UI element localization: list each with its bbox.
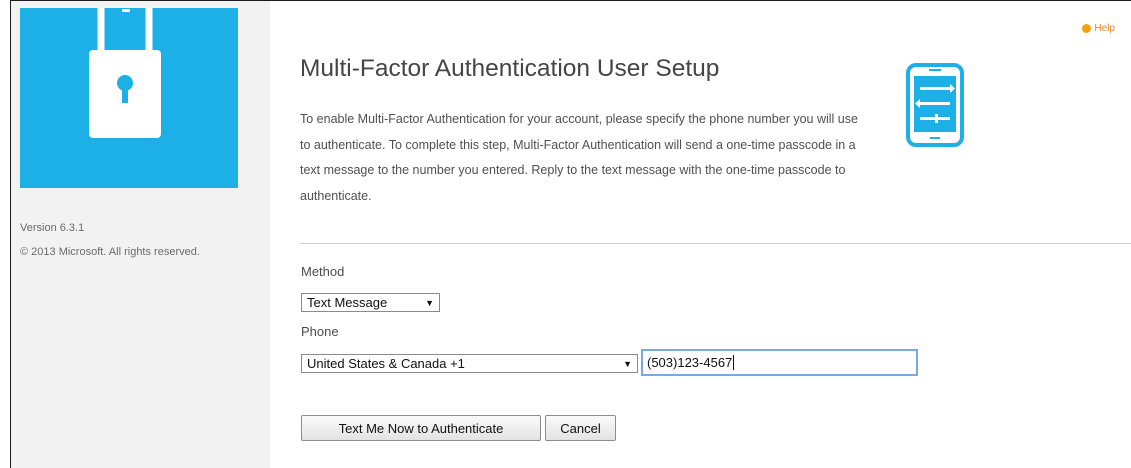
dropdown-caret-icon: ▼: [623, 358, 632, 369]
section-divider: [300, 243, 1131, 244]
text-cursor: [733, 355, 735, 370]
help-label: Help: [1094, 23, 1115, 34]
country-code-value: United States & Canada +1: [307, 356, 465, 371]
method-select[interactable]: Text Message ▼: [301, 293, 440, 312]
setup-description: To enable Multi-Factor Authentication fo…: [300, 112, 858, 203]
help-icon: [1082, 24, 1092, 33]
method-select-value: Text Message: [307, 295, 388, 310]
version-text: Version 6.3.1: [20, 222, 85, 234]
cancel-button[interactable]: Cancel: [545, 415, 616, 441]
phone-number-input[interactable]: (503)123-4567: [641, 349, 918, 376]
phone-number-value: (503)123-4567: [647, 355, 733, 370]
country-code-select[interactable]: United States & Canada +1 ▼: [301, 354, 638, 373]
phone-settings-icon: [905, 62, 965, 153]
method-label: Method: [301, 264, 345, 279]
text-me-now-button[interactable]: Text Me Now to Authenticate: [301, 415, 541, 441]
padlock-phone-icon: [89, 8, 161, 138]
page-title: Multi-Factor Authentication User Setup: [300, 55, 720, 82]
help-link[interactable]: Help: [1082, 23, 1115, 34]
logo: [20, 8, 238, 188]
copyright-text: © 2013 Microsoft. All rights reserved.: [20, 246, 200, 258]
phone-label: Phone: [301, 324, 339, 339]
dropdown-caret-icon: ▼: [425, 297, 434, 308]
